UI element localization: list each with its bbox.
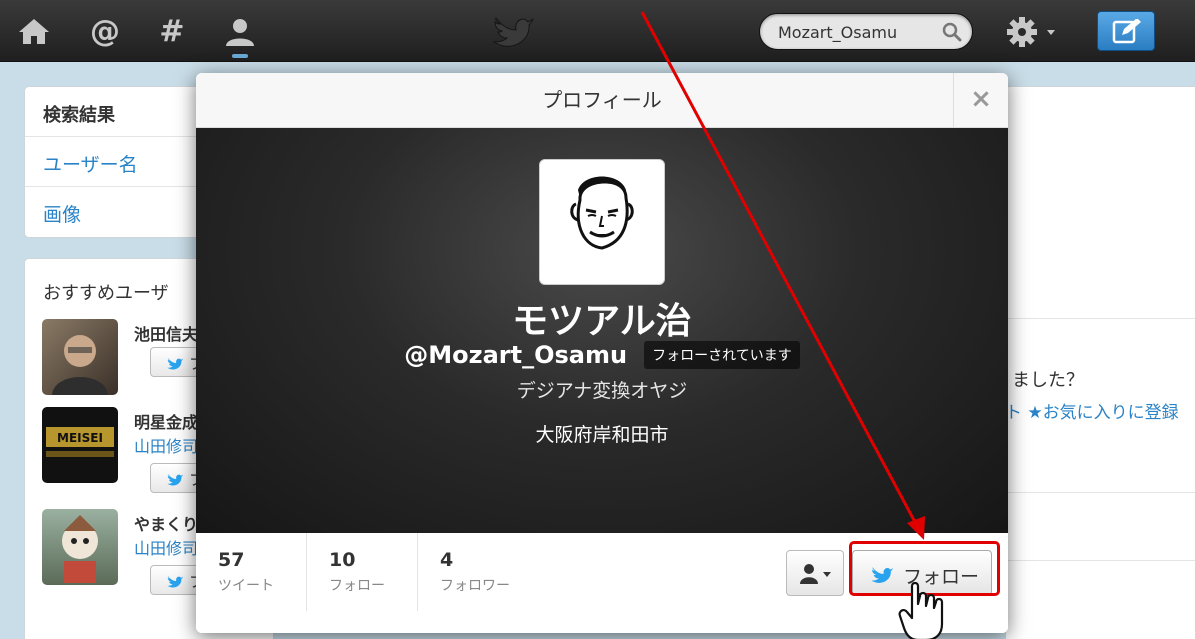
followed-by-link[interactable]: 山田修司 <box>134 433 198 457</box>
at-icon[interactable]: @ <box>85 14 125 50</box>
user-name[interactable]: やまくり <box>134 511 198 535</box>
avatar[interactable] <box>42 509 118 585</box>
active-tab-indicator <box>232 54 248 58</box>
home-icon[interactable] <box>14 14 54 50</box>
search-icon[interactable] <box>942 22 962 42</box>
stat-value: 4 <box>440 549 454 571</box>
profile-handle: @Mozart_Osamu <box>404 341 628 369</box>
profile-full-name: モツアル治 <box>512 301 692 342</box>
settings-menu-button[interactable] <box>1004 14 1064 50</box>
user-dropdown-icon <box>800 564 831 584</box>
stat-following[interactable]: 10 フォロー <box>307 533 418 611</box>
twitter-bird-icon[interactable] <box>492 10 534 50</box>
close-button[interactable]: × <box>953 73 1008 128</box>
stat-value: 10 <box>329 549 356 571</box>
avatar[interactable] <box>42 319 118 395</box>
avatar[interactable]: MEISEI <box>42 407 118 483</box>
annotation-highlight-box <box>849 541 1000 596</box>
stat-tweets[interactable]: 57 ツイート <box>196 533 307 611</box>
user-name[interactable]: 明星金成 <box>134 409 198 433</box>
empty-state-question: ました？ <box>1012 370 1084 391</box>
empty-state-links[interactable]: ト ★お気に入りに登録 <box>1005 398 1179 423</box>
stat-label: ツイート <box>218 578 274 594</box>
gear-icon[interactable] <box>1004 14 1064 50</box>
face-drawing-icon <box>570 176 634 250</box>
profile-handle-row: @Mozart_Osamu フォローされています <box>196 341 1008 369</box>
search-box[interactable] <box>759 13 973 50</box>
profile-avatar[interactable] <box>539 159 665 285</box>
twitter-bird-icon <box>167 474 183 486</box>
main-timeline-panel <box>1005 86 1195 639</box>
compose-icon <box>1112 19 1141 44</box>
stat-label: フォロー <box>329 578 385 594</box>
dialog-title: プロフィール <box>196 73 1008 128</box>
profile-bio: デジアナ変換オヤジ <box>516 380 688 402</box>
divider <box>1008 492 1195 493</box>
divider <box>1008 318 1195 319</box>
search-input[interactable] <box>778 21 938 43</box>
user-name[interactable]: 池田信夫 <box>134 321 198 345</box>
stat-label: フォロワー <box>440 578 510 594</box>
compose-tweet-button[interactable] <box>1097 11 1155 51</box>
profile-header-card: モツアル治 @Mozart_Osamu フォローされています デジアナ変換オヤジ… <box>196 128 1008 533</box>
divider <box>1008 560 1195 561</box>
top-navigation-bar: @ # <box>0 0 1195 62</box>
stat-value: 57 <box>218 549 245 571</box>
hashtag-icon[interactable]: # <box>152 14 192 50</box>
profile-icon[interactable] <box>220 14 260 50</box>
svg-text:MEISEI: MEISEI <box>57 431 103 445</box>
profile-location: 大阪府岸和田市 <box>535 424 669 446</box>
stat-followers[interactable]: 4 フォロワー <box>418 533 529 611</box>
twitter-bird-icon <box>167 358 183 370</box>
twitter-bird-icon <box>167 576 183 588</box>
user-actions-button[interactable] <box>786 550 844 596</box>
followed-by-link[interactable]: 山田修司 <box>134 535 198 559</box>
follows-you-badge: フォローされています <box>644 341 800 369</box>
